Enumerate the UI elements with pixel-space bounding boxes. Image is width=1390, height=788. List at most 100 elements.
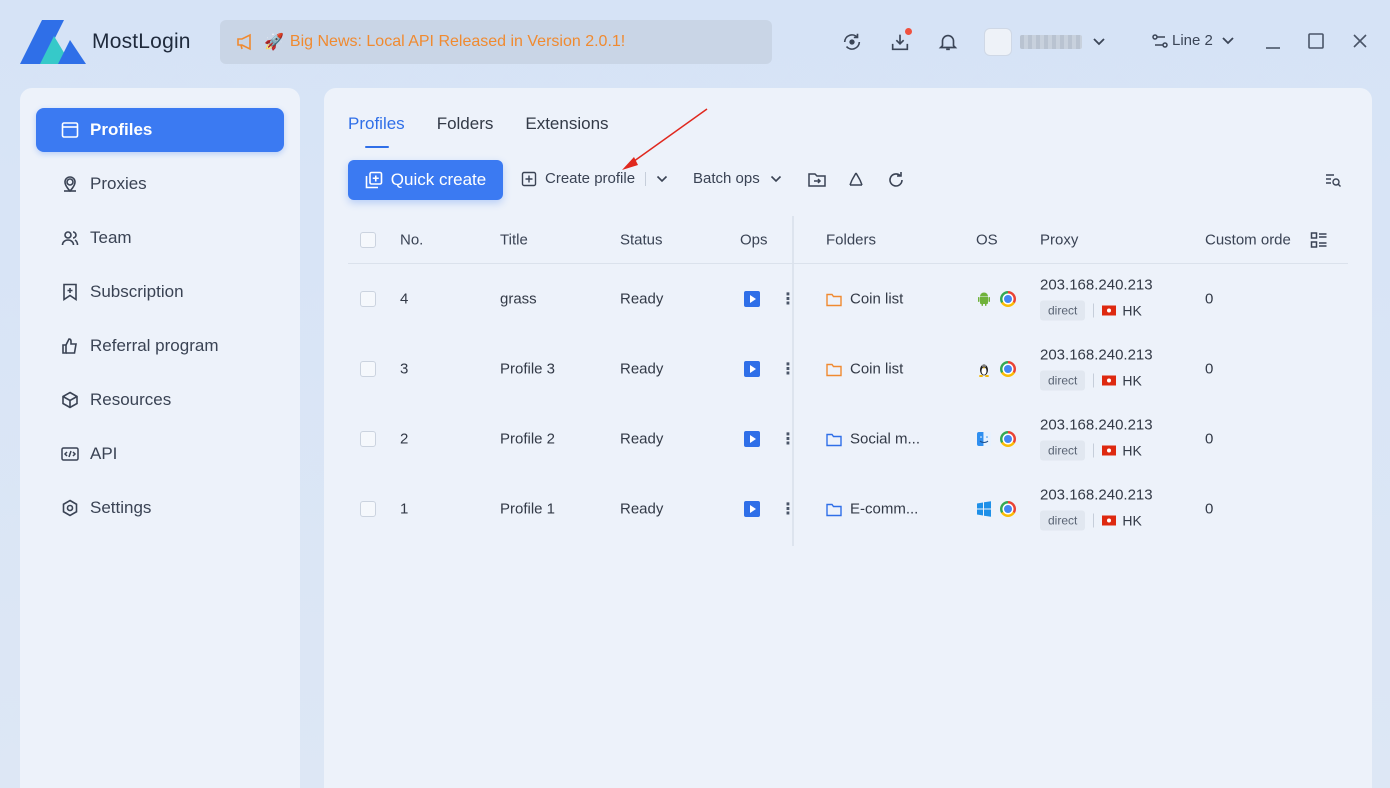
sidebar-item-team[interactable]: Team <box>36 216 284 260</box>
row-status: Ready <box>620 500 664 518</box>
play-icon[interactable] <box>744 501 760 517</box>
folder-label: Coin list <box>850 360 904 378</box>
table-row[interactable]: 4 grass Ready ⋮ Coin list 203.168.240.21… <box>348 264 1348 334</box>
chevron-down-icon[interactable] <box>656 175 668 183</box>
batch-ops-dropdown[interactable]: Batch ops <box>693 170 782 187</box>
folder-icon <box>826 293 842 306</box>
sidebar-item-referral[interactable]: Referral program <box>36 324 284 368</box>
row-proxy: 203.168.240.213 direct HK <box>1040 278 1153 321</box>
sidebar-item-label: Proxies <box>90 174 147 193</box>
row-checkbox[interactable] <box>360 501 376 517</box>
play-icon[interactable] <box>744 361 760 377</box>
sidebar-item-api[interactable]: API <box>36 432 284 476</box>
header-os[interactable]: OS <box>976 231 998 248</box>
row-folder[interactable]: Social m... <box>826 431 920 448</box>
row-folder[interactable]: E-comm... <box>826 501 918 518</box>
add-copy-icon <box>365 171 383 189</box>
row-no: 1 <box>400 500 409 518</box>
tab-folders[interactable]: Folders <box>437 114 494 142</box>
recycle-icon[interactable] <box>846 170 866 190</box>
bookmark-plus-icon <box>60 282 80 302</box>
search-list-icon[interactable] <box>1323 170 1343 190</box>
minimize-icon[interactable] <box>1264 32 1282 50</box>
row-status: Ready <box>620 430 664 448</box>
chrome-icon <box>1000 291 1016 307</box>
user-menu[interactable] <box>984 28 1106 56</box>
sidebar-item-proxies[interactable]: Proxies <box>36 162 284 206</box>
create-profile-button[interactable]: Create profile <box>521 170 668 187</box>
divider <box>1093 513 1095 528</box>
line-label: Line 2 <box>1172 32 1213 49</box>
news-banner[interactable]: 🚀 Big News: Local API Released in Versio… <box>220 20 772 64</box>
user-name-redacted <box>1020 35 1082 49</box>
header-custom-order[interactable]: Custom orde <box>1205 231 1291 248</box>
sidebar-item-label: API <box>90 444 118 463</box>
more-vertical-icon[interactable]: ⋮ <box>780 289 796 309</box>
sidebar: Profiles Proxies Team Subscription Refer… <box>20 88 300 788</box>
close-icon[interactable] <box>1351 32 1369 50</box>
header-title[interactable]: Title <box>500 231 528 248</box>
table-row[interactable]: 1 Profile 1 Ready ⋮ E-comm... 203.168.24… <box>348 474 1348 544</box>
location-pin-icon <box>60 174 80 194</box>
play-icon[interactable] <box>744 431 760 447</box>
proxy-type-badge: direct <box>1040 440 1086 461</box>
row-checkbox[interactable] <box>360 291 376 307</box>
download-icon[interactable] <box>888 28 912 54</box>
play-icon[interactable] <box>744 291 760 307</box>
proxy-country: HK <box>1122 372 1142 389</box>
refresh-icon[interactable] <box>886 170 906 190</box>
row-proxy: 203.168.240.213 direct HK <box>1040 418 1153 461</box>
code-icon <box>60 444 80 464</box>
sync-icon[interactable] <box>840 30 864 54</box>
sidebar-item-settings[interactable]: Settings <box>36 486 284 530</box>
chrome-icon <box>1000 431 1016 447</box>
more-vertical-icon[interactable]: ⋮ <box>780 359 796 379</box>
proxy-country: HK <box>1122 512 1142 529</box>
sidebar-item-label: Subscription <box>90 282 184 301</box>
chrome-icon <box>1000 361 1016 377</box>
app-name: MostLogin <box>92 30 191 53</box>
windows-icon <box>977 501 991 517</box>
line-selector[interactable]: Line 2 <box>1152 32 1239 49</box>
bell-icon[interactable] <box>936 30 960 54</box>
tab-profiles[interactable]: Profiles <box>348 114 405 148</box>
megaphone-icon <box>237 33 251 51</box>
table-row[interactable]: 3 Profile 3 Ready ⋮ Coin list 203.168.24… <box>348 334 1348 404</box>
row-checkbox[interactable] <box>360 431 376 447</box>
header-no[interactable]: No. <box>400 231 423 248</box>
rocket-icon: 🚀 <box>264 34 284 51</box>
sidebar-item-profiles[interactable]: Profiles <box>36 108 284 152</box>
table-row[interactable]: 2 Profile 2 Ready ⋮ Social m... 203.168.… <box>348 404 1348 474</box>
table-header: No. Title Status Ops Folders OS Proxy Cu… <box>348 216 1348 264</box>
proxy-ip: 203.168.240.213 <box>1040 486 1153 504</box>
column-settings-icon[interactable] <box>1310 231 1328 249</box>
row-title: Profile 1 <box>500 500 556 518</box>
row-folder[interactable]: Coin list <box>826 361 903 378</box>
row-no: 3 <box>400 360 409 378</box>
sidebar-item-resources[interactable]: Resources <box>36 378 284 422</box>
row-checkbox[interactable] <box>360 361 376 377</box>
select-all-checkbox[interactable] <box>360 231 376 248</box>
header-proxy[interactable]: Proxy <box>1040 231 1078 248</box>
header-status[interactable]: Status <box>620 231 663 248</box>
chevron-down-icon <box>770 175 781 182</box>
more-vertical-icon[interactable]: ⋮ <box>780 429 796 449</box>
window-icon <box>60 120 80 140</box>
more-vertical-icon[interactable]: ⋮ <box>780 499 796 519</box>
quick-create-button[interactable]: Quick create <box>348 160 503 200</box>
create-profile-label: Create profile <box>545 170 636 187</box>
row-folder[interactable]: Coin list <box>826 291 903 308</box>
toolbar: Quick create Create profile Batch ops <box>348 160 1348 200</box>
row-custom-order: 0 <box>1205 500 1214 518</box>
sidebar-item-label: Team <box>90 228 132 247</box>
header-folders[interactable]: Folders <box>826 231 876 248</box>
notification-dot <box>905 28 912 35</box>
gear-icon <box>60 498 80 518</box>
main-panel: Profiles Folders Extensions Quick create… <box>324 88 1372 788</box>
row-title: Profile 3 <box>500 360 556 378</box>
sidebar-item-subscription[interactable]: Subscription <box>36 270 284 314</box>
maximize-icon[interactable] <box>1307 32 1325 50</box>
tab-extensions[interactable]: Extensions <box>525 114 608 142</box>
profiles-table: No. Title Status Ops Folders OS Proxy Cu… <box>348 216 1348 544</box>
move-to-folder-icon[interactable] <box>807 170 827 190</box>
